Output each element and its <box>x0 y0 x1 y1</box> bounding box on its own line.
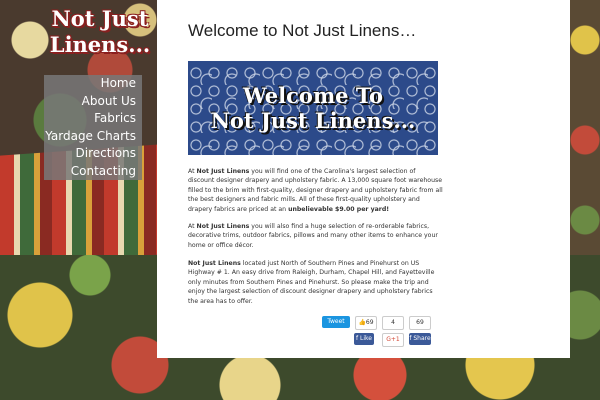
selection-paragraph: At Not Just Linens you will also find a … <box>188 222 443 250</box>
gplus-count: 4 <box>382 316 404 330</box>
p1-price: unbelievable $9.00 per yard! <box>288 205 390 213</box>
tweet-button[interactable]: Tweet <box>322 316 350 328</box>
p2-brand: Not Just Linens <box>196 223 250 230</box>
location-paragraph: Not Just Linens located just North of So… <box>188 259 443 306</box>
share-count: 69 <box>409 316 431 330</box>
main-nav: Home About Us Fabrics Yardage Charts Dir… <box>44 75 142 180</box>
like-label: Like <box>360 335 372 342</box>
p1-text-a: At <box>188 168 197 175</box>
site-logo[interactable]: Not Just Linens... <box>44 6 156 58</box>
nav-item-yardage-charts[interactable]: Yardage Charts <box>44 128 142 146</box>
p3-brand: Not Just Linens <box>188 260 241 267</box>
nav-item-directions[interactable]: Directions <box>44 145 142 163</box>
like-count: 👍69 <box>355 316 377 330</box>
welcome-banner-image: Welcome To Not Just Linens... <box>188 61 438 155</box>
floral-pattern-right <box>570 0 600 260</box>
like-count-value: 69 <box>365 319 374 326</box>
thumbs-up-icon: 👍 <box>358 319 366 326</box>
banner-line-2: Not Just Linens... <box>210 108 416 133</box>
content-panel: Welcome to Not Just Linens… Welcome To N… <box>157 0 570 358</box>
nav-item-about-us[interactable]: About Us <box>44 93 142 111</box>
intro-paragraph: At Not Just Linens you will find one of … <box>188 167 443 214</box>
p1-brand: Not Just Linens <box>196 168 250 175</box>
nav-item-home[interactable]: Home <box>44 75 142 93</box>
share-label: Share <box>413 335 431 342</box>
facebook-like-button[interactable]: f Like <box>354 333 374 345</box>
page-title: Welcome to Not Just Linens… <box>188 21 417 40</box>
nav-item-fabrics[interactable]: Fabrics <box>44 110 142 128</box>
banner-line-1: Welcome To <box>242 83 384 108</box>
facebook-share-button[interactable]: f Share <box>409 333 431 345</box>
nav-item-contacting[interactable]: Contacting <box>44 163 142 181</box>
p2-text-a: At <box>188 223 197 230</box>
google-plus-button[interactable]: G+1 <box>382 333 404 347</box>
